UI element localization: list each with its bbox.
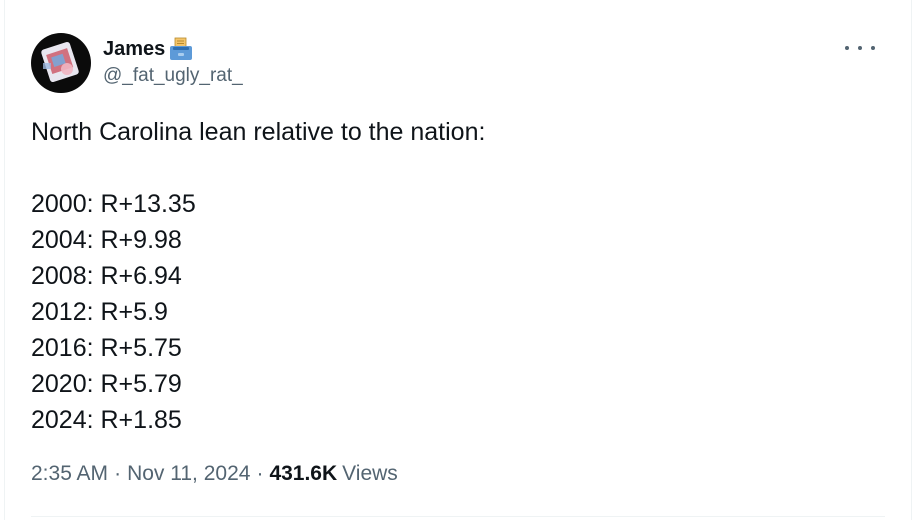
tweet-date[interactable]: Nov 11, 2024 [127, 462, 250, 486]
display-name-row: James [103, 36, 243, 62]
tweet-card: James @_fat_ugly_rat_ North Carolina lea… [4, 0, 912, 520]
tweet-line: 2000: R+13.35 [31, 190, 196, 218]
more-horizontal-icon [845, 46, 849, 50]
tweet-line: 2008: R+6.94 [31, 262, 182, 290]
views-label[interactable]: Views [342, 462, 398, 486]
tweet-line: 2020: R+5.79 [31, 370, 182, 398]
tweet-line: 2004: R+9.98 [31, 226, 182, 254]
more-horizontal-icon-dot [858, 46, 862, 50]
more-horizontal-icon-dot [871, 46, 875, 50]
views-count[interactable]: 431.6K [269, 462, 337, 486]
more-options-button[interactable] [845, 38, 875, 58]
display-name[interactable]: James [103, 38, 165, 61]
ballot-box-icon [168, 37, 194, 61]
avatar[interactable] [31, 33, 91, 93]
tweet-header: James @_fat_ugly_rat_ [31, 33, 243, 93]
author-names: James @_fat_ugly_rat_ [103, 36, 243, 87]
meta-separator: · [114, 462, 122, 485]
avatar-image-icon [41, 41, 79, 83]
author-handle[interactable]: @_fat_ugly_rat_ [103, 65, 243, 87]
tweet-line: 2012: R+5.9 [31, 298, 168, 326]
divider [31, 516, 885, 517]
meta-separator: · [256, 462, 264, 485]
tweet-time[interactable]: 2:35 AM [31, 462, 108, 486]
tweet-text: North Carolina lean relative to the nati… [31, 114, 485, 438]
tweet-line: 2024: R+1.85 [31, 406, 182, 434]
tweet-meta: 2:35 AM · Nov 11, 2024 · 431.6K Views [31, 462, 398, 486]
tweet-intro: North Carolina lean relative to the nati… [31, 118, 486, 146]
tweet-line: 2016: R+5.75 [31, 334, 182, 362]
